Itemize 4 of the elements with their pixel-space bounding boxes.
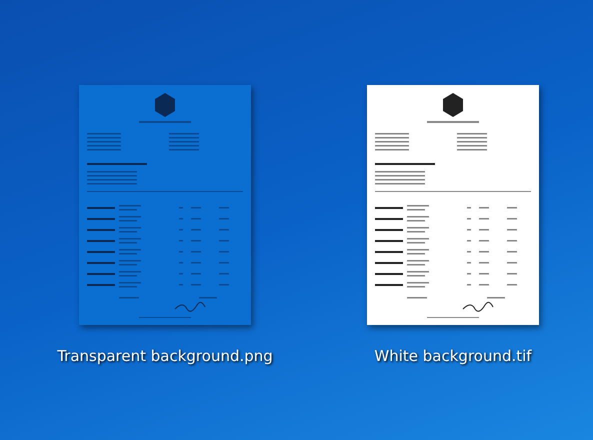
document-thumbnail-drawing[interactable] <box>79 85 251 325</box>
file-name-label[interactable]: White background.tif <box>374 347 532 365</box>
file-name-label[interactable]: Transparent background.png <box>57 347 273 365</box>
document-thumbnail-drawing[interactable] <box>367 85 539 325</box>
